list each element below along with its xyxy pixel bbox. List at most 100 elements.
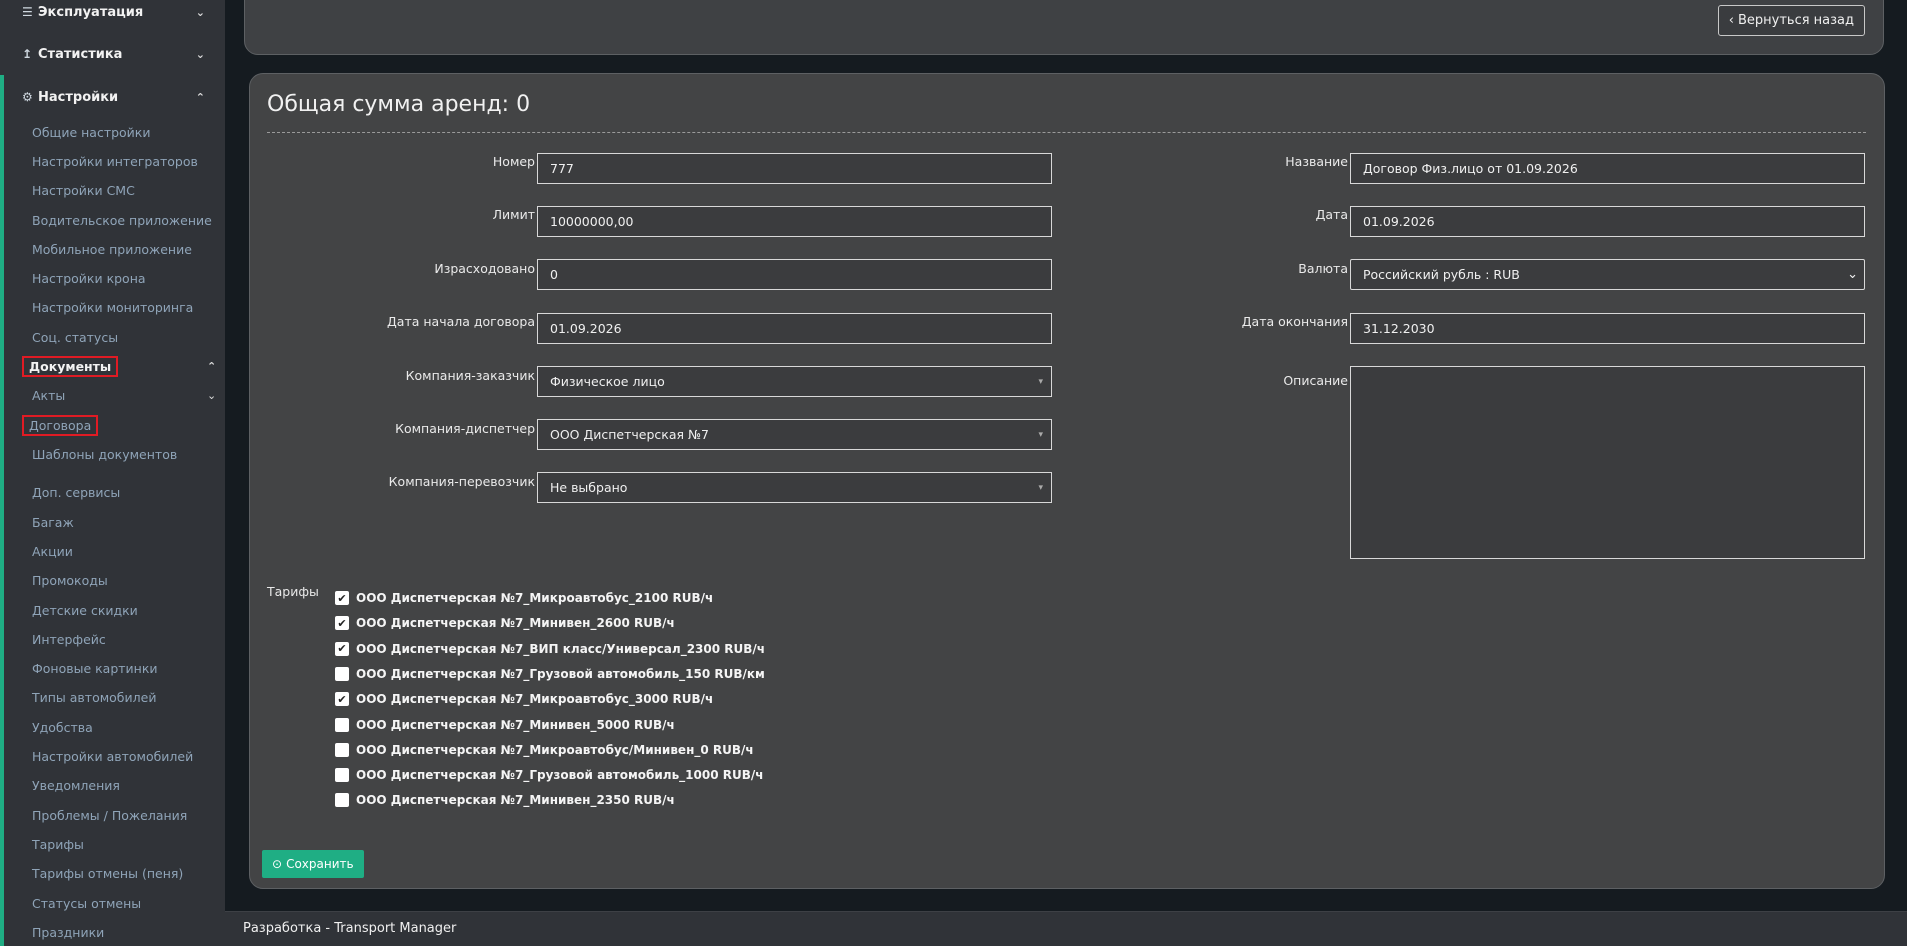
currency-label: Валюта bbox=[1298, 261, 1348, 276]
sidebar-item-car-settings[interactable]: Настройки автомобилей bbox=[32, 748, 193, 766]
sidebar-accent-bar bbox=[0, 75, 4, 946]
sidebar-item-documents[interactable]: Документы ⌃ bbox=[21, 356, 225, 377]
number-label: Номер bbox=[492, 154, 535, 169]
checkbox-unchecked[interactable] bbox=[335, 768, 349, 783]
sidebar-section-statistics[interactable]: ↥ Статистика ⌄ bbox=[22, 43, 205, 65]
date-field[interactable]: 01.09.2026 bbox=[1350, 206, 1865, 237]
sidebar-item-cancel-tariffs[interactable]: Тарифы отмены (пеня) bbox=[32, 865, 183, 883]
tariff-label: ООО Диспетчерская №7_Минивен_5000 RUB/ч bbox=[356, 717, 675, 732]
caret-down-icon: ▾ bbox=[1038, 482, 1043, 493]
sidebar-item-baggage[interactable]: Багаж bbox=[32, 514, 74, 532]
sidebar-section-operation[interactable]: ☰ Эксплуатация ⌄ bbox=[22, 1, 205, 23]
tariff-checkbox-row[interactable]: ✔ ООО Диспетчерская №7_Микроавтобус_2100 … bbox=[335, 589, 713, 607]
sidebar-item-problems[interactable]: Проблемы / Пожелания bbox=[32, 807, 187, 825]
number-field[interactable]: 777 bbox=[537, 153, 1052, 184]
checkbox-checked[interactable]: ✔ bbox=[335, 616, 349, 631]
tariff-checkbox-row[interactable]: ООО Диспетчерская №7_Микроавтобус/Миниве… bbox=[335, 741, 754, 759]
title-divider bbox=[267, 132, 1866, 133]
tariff-checkbox-row[interactable]: ✔ ООО Диспетчерская №7_Минивен_2600 RUB/ч bbox=[335, 614, 675, 632]
tariff-label: ООО Диспетчерская №7_Грузовой автомобиль… bbox=[356, 768, 764, 783]
end-date-label: Дата окончания bbox=[1241, 314, 1348, 329]
back-button[interactable]: ‹ Вернуться назад bbox=[1717, 5, 1865, 36]
checkbox-unchecked[interactable] bbox=[335, 717, 349, 732]
tariff-checkbox-row[interactable]: ООО Диспетчерская №7_Минивен_2350 RUB/ч bbox=[335, 791, 675, 809]
sidebar-item-integrators[interactable]: Настройки интеграторов bbox=[32, 153, 198, 171]
chevron-down-icon: ⌄ bbox=[195, 47, 205, 61]
end-date-field[interactable]: 31.12.2030 bbox=[1350, 313, 1865, 344]
date-label: Дата bbox=[1315, 207, 1348, 222]
header-card: ‹ Вернуться назад bbox=[244, 0, 1884, 55]
sidebar-item-general-settings[interactable]: Общие настройки bbox=[32, 124, 150, 142]
save-button[interactable]: ⊙ Сохранить bbox=[262, 850, 364, 878]
tariff-label: ООО Диспетчерская №7_ВИП класс/Универсал… bbox=[356, 641, 766, 656]
checkbox-checked[interactable]: ✔ bbox=[335, 641, 349, 656]
sidebar-section-settings[interactable]: ⚙ Настройки ⌃ bbox=[22, 86, 205, 108]
limit-field[interactable]: 10000000,00 bbox=[537, 206, 1052, 237]
tariff-label: ООО Диспетчерская №7_Минивен_2350 RUB/ч bbox=[356, 793, 675, 808]
checkbox-unchecked[interactable] bbox=[335, 666, 349, 681]
sidebar-item-car-types[interactable]: Типы автомобилей bbox=[32, 689, 156, 707]
spent-field[interactable]: 0 bbox=[537, 259, 1052, 290]
upload-icon: ↥ bbox=[22, 47, 33, 61]
sidebar-item-child-discounts[interactable]: Детские скидки bbox=[32, 602, 138, 620]
sidebar-item-contracts[interactable]: Договора bbox=[21, 415, 99, 436]
sidebar-item-cancel-statuses[interactable]: Статусы отмены bbox=[32, 895, 141, 913]
tariff-label: ООО Диспетчерская №7_Микроавтобус_2100 R… bbox=[356, 591, 714, 605]
chevron-up-icon: ⌃ bbox=[195, 90, 205, 104]
customer-label: Компания-заказчик bbox=[405, 368, 535, 383]
chevron-left-icon: ‹ bbox=[1728, 13, 1734, 28]
sidebar-item-notifications[interactable]: Уведомления bbox=[32, 777, 120, 795]
sidebar-item-cron[interactable]: Настройки крона bbox=[32, 270, 146, 288]
footer: Разработка - Transport Manager bbox=[225, 911, 1907, 946]
sidebar-item-monitoring[interactable]: Настройки мониторинга bbox=[32, 299, 193, 317]
sidebar-item-sms[interactable]: Настройки СМС bbox=[32, 182, 135, 200]
sidebar-item-extra-services[interactable]: Доп. сервисы bbox=[32, 484, 120, 502]
checkbox-unchecked[interactable] bbox=[335, 793, 349, 808]
caret-down-icon: ▾ bbox=[1038, 429, 1043, 440]
tariff-checkbox-row[interactable]: ООО Диспетчерская №7_Грузовой автомобиль… bbox=[335, 665, 765, 683]
page-title: Общая сумма аренд: 0 bbox=[267, 92, 531, 117]
sidebar-item-mobile-app[interactable]: Мобильное приложение bbox=[32, 241, 192, 259]
checkbox-checked[interactable]: ✔ bbox=[335, 591, 349, 605]
sidebar-item-promocodes[interactable]: Промокоды bbox=[32, 572, 108, 590]
gear-icon: ⚙ bbox=[22, 90, 33, 104]
sidebar-item-amenities[interactable]: Удобства bbox=[32, 719, 93, 737]
caret-down-icon: ▾ bbox=[1038, 376, 1043, 387]
sidebar-item-driver-app[interactable]: Водительское приложение bbox=[32, 212, 212, 230]
start-date-field[interactable]: 01.09.2026 bbox=[537, 313, 1052, 344]
tariff-checkbox-row[interactable]: ООО Диспетчерская №7_Минивен_5000 RUB/ч bbox=[335, 716, 675, 734]
tariffs-label: Тарифы bbox=[267, 584, 319, 599]
sidebar: ☰ Эксплуатация ⌄ ↥ Статистика ⌄ ⚙ Настро… bbox=[0, 0, 225, 946]
tariff-checkbox-row[interactable]: ✔ ООО Диспетчерская №7_ВИП класс/Универса… bbox=[335, 640, 765, 658]
carrier-select[interactable]: Не выбрано ▾ bbox=[537, 472, 1052, 503]
limit-label: Лимит bbox=[492, 207, 535, 222]
sidebar-item-holidays[interactable]: Праздники bbox=[32, 924, 104, 942]
sidebar-item-backgrounds[interactable]: Фоновые картинки bbox=[32, 660, 158, 678]
sidebar-item-tariffs[interactable]: Тарифы bbox=[32, 836, 84, 854]
main-content: ‹ Вернуться назад Общая сумма аренд: 0 Н… bbox=[225, 0, 1907, 911]
sidebar-item-social-statuses[interactable]: Соц. статусы bbox=[32, 329, 118, 347]
sidebar-item-acts[interactable]: Акты ⌄ bbox=[32, 387, 216, 405]
currency-select[interactable]: Российский рубль : RUB ⌄ bbox=[1350, 259, 1865, 290]
description-textarea[interactable] bbox=[1350, 366, 1865, 559]
description-label: Описание bbox=[1283, 373, 1348, 388]
checkbox-checked[interactable]: ✔ bbox=[335, 692, 349, 707]
contract-form-card: Общая сумма аренд: 0 Номер 777 Лимит 100… bbox=[249, 73, 1885, 889]
start-date-label: Дата начала договора bbox=[387, 314, 535, 329]
tariff-checkbox-row[interactable]: ООО Диспетчерская №7_Грузовой автомобиль… bbox=[335, 766, 764, 784]
checkbox-unchecked[interactable] bbox=[335, 742, 349, 757]
footer-text: Разработка - Transport Manager bbox=[243, 921, 457, 936]
sidebar-item-doc-templates[interactable]: Шаблоны документов bbox=[32, 446, 177, 464]
chevron-down-icon: ⌄ bbox=[1847, 267, 1858, 282]
tariff-checkbox-row[interactable]: ✔ ООО Диспетчерская №7_Микроавтобус_3000 … bbox=[335, 690, 713, 708]
name-label: Название bbox=[1285, 154, 1348, 169]
dispatcher-select[interactable]: ООО Диспетчерская №7 ▾ bbox=[537, 419, 1052, 450]
name-field[interactable]: Договор Физ.лицо от 01.09.2026 bbox=[1350, 153, 1865, 184]
tariff-label: ООО Диспетчерская №7_Грузовой автомобиль… bbox=[356, 666, 765, 681]
tariff-label: ООО Диспетчерская №7_Микроавтобус_3000 R… bbox=[356, 692, 714, 707]
sidebar-item-interface[interactable]: Интерфейс bbox=[32, 631, 106, 649]
sidebar-item-documents-label: Документы bbox=[21, 356, 119, 377]
sidebar-item-promotions[interactable]: Акции bbox=[32, 543, 73, 561]
customer-select[interactable]: Физическое лицо ▾ bbox=[537, 366, 1052, 397]
chevron-down-icon: ⌄ bbox=[195, 5, 205, 19]
